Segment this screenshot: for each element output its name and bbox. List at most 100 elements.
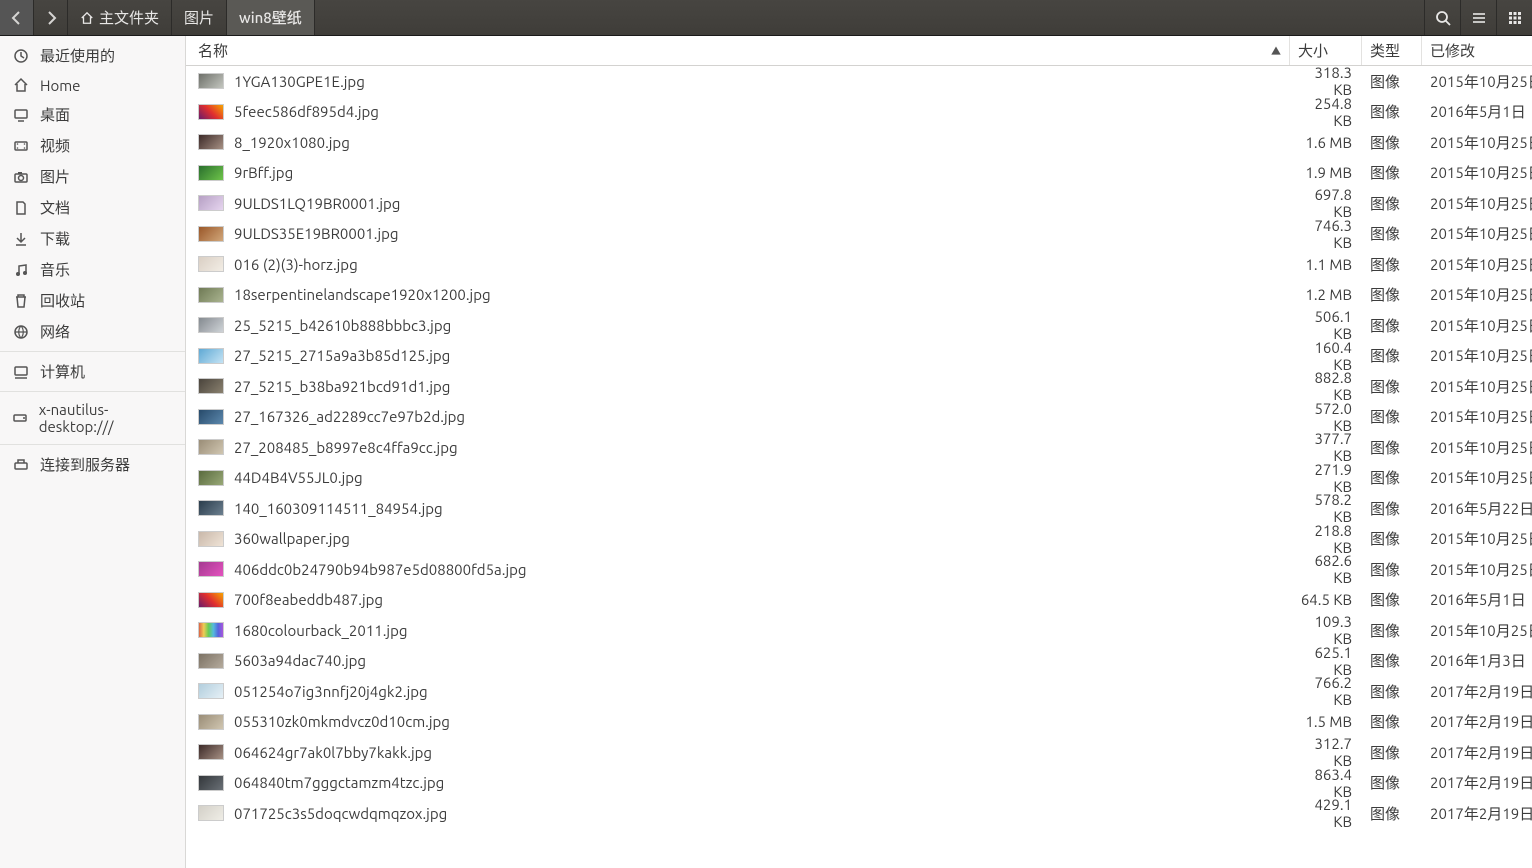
sidebar-item[interactable]: 最近使用的	[0, 40, 185, 71]
file-type-cell: 图像	[1362, 284, 1422, 305]
back-button[interactable]	[0, 0, 34, 35]
desktop-icon	[12, 106, 30, 124]
file-row[interactable]: 44D4B4V55JL0.jpg271.9 KB图像2015年10月25日	[186, 463, 1532, 494]
file-type-cell: 图像	[1362, 742, 1422, 763]
file-size-cell: 1.1 MB	[1290, 256, 1362, 273]
column-header-modified[interactable]: 已修改	[1422, 36, 1532, 65]
file-row[interactable]: 360wallpaper.jpg218.8 KB图像2015年10月25日	[186, 524, 1532, 555]
file-row[interactable]: 27_167326_ad2289cc7e97b2d.jpg572.0 KB图像2…	[186, 402, 1532, 433]
file-size-cell: 318.3 KB	[1290, 66, 1362, 98]
forward-button[interactable]	[34, 0, 68, 35]
connect-icon	[12, 456, 30, 474]
view-grid-button[interactable]	[1496, 0, 1532, 35]
file-row[interactable]: 27_5215_2715a9a3b85d125.jpg160.4 KB图像201…	[186, 341, 1532, 372]
file-row[interactable]: 25_5215_b42610b888bbbc3.jpg506.1 KB图像201…	[186, 310, 1532, 341]
file-row[interactable]: 5feec586df895d4.jpg254.8 KB图像2016年5月1日	[186, 97, 1532, 128]
file-thumbnail-icon	[198, 622, 224, 638]
sidebar-item[interactable]: x-nautilus-desktop:///	[0, 396, 185, 440]
file-row[interactable]: 064624gr7ak0l7bby7kakk.jpg312.7 KB图像2017…	[186, 737, 1532, 768]
file-name-label: 700f8eabeddb487.jpg	[234, 591, 383, 608]
file-name-label: 44D4B4V55JL0.jpg	[234, 469, 363, 486]
file-row[interactable]: 406ddc0b24790b94b987e5d08800fd5a.jpg682.…	[186, 554, 1532, 585]
file-row[interactable]: 071725c3s5doqcwdqmqzox.jpg429.1 KB图像2017…	[186, 798, 1532, 829]
file-size-cell: 109.3 KB	[1290, 613, 1362, 647]
file-row[interactable]: 5603a94dac740.jpg625.1 KB图像2016年1月3日	[186, 646, 1532, 677]
file-row[interactable]: 8_1920x1080.jpg1.6 MB图像2015年10月25日	[186, 127, 1532, 158]
file-name-cell: 25_5215_b42610b888bbbc3.jpg	[186, 317, 1290, 334]
sidebar-item[interactable]: 网络	[0, 316, 185, 347]
file-name-cell: 9rBff.jpg	[186, 164, 1290, 181]
file-thumbnail-icon	[198, 439, 224, 455]
sidebar-item[interactable]: Home	[0, 71, 185, 99]
toolbar: 主文件夹图片win8壁纸	[0, 0, 1532, 36]
column-header-size[interactable]: 大小	[1290, 36, 1362, 65]
breadcrumb-segment[interactable]: 图片	[172, 0, 227, 35]
file-row[interactable]: 18serpentinelandscape1920x1200.jpg1.2 MB…	[186, 280, 1532, 311]
file-row[interactable]: 9ULDS35E19BR0001.jpg746.3 KB图像2015年10月25…	[186, 219, 1532, 250]
sidebar-item-label: 视频	[40, 135, 70, 156]
file-modified-cell: 2015年10月25日	[1422, 162, 1532, 183]
sidebar-item[interactable]: 图片	[0, 161, 185, 192]
sidebar-item[interactable]: 音乐	[0, 254, 185, 285]
sidebar-item[interactable]: 下载	[0, 223, 185, 254]
file-thumbnail-icon	[198, 348, 224, 364]
file-row[interactable]: 051254o7ig3nnfj20j4gk2.jpg766.2 KB图像2017…	[186, 676, 1532, 707]
download-icon	[12, 230, 30, 248]
file-name-label: 051254o7ig3nnfj20j4gk2.jpg	[234, 683, 428, 700]
file-row[interactable]: 9rBff.jpg1.9 MB图像2015年10月25日	[186, 158, 1532, 189]
file-size-cell: 1.2 MB	[1290, 286, 1362, 303]
sidebar-item-label: 下载	[40, 228, 70, 249]
sidebar-item[interactable]: 回收站	[0, 285, 185, 316]
file-name-label: 9rBff.jpg	[234, 164, 293, 181]
breadcrumb: 主文件夹图片win8壁纸	[68, 0, 315, 35]
file-row[interactable]: 27_208485_b8997e8c4ffa9cc.jpg377.7 KB图像2…	[186, 432, 1532, 463]
sidebar-item-label: 网络	[40, 321, 70, 342]
column-header-type[interactable]: 类型	[1362, 36, 1422, 65]
file-thumbnail-icon	[198, 134, 224, 150]
file-name-cell: 1YGA130GPE1E.jpg	[186, 73, 1290, 90]
file-row[interactable]: 016 (2)(3)-horz.jpg1.1 MB图像2015年10月25日	[186, 249, 1532, 280]
file-row[interactable]: 27_5215_b38ba921bcd91d1.jpg882.8 KB图像201…	[186, 371, 1532, 402]
sidebar-separator	[0, 391, 185, 392]
sidebar-item[interactable]: 连接到服务器	[0, 449, 185, 480]
file-row[interactable]: 1YGA130GPE1E.jpg318.3 KB图像2015年10月25日	[186, 66, 1532, 97]
file-modified-cell: 2015年10月25日	[1422, 620, 1532, 641]
file-type-cell: 图像	[1362, 620, 1422, 641]
file-rows[interactable]: 1YGA130GPE1E.jpg318.3 KB图像2015年10月25日5fe…	[186, 66, 1532, 868]
file-row[interactable]: 055310zk0mkmdvcz0d10cm.jpg1.5 MB图像2017年2…	[186, 707, 1532, 738]
file-row[interactable]: 1680colourback_2011.jpg109.3 KB图像2015年10…	[186, 615, 1532, 646]
file-name-cell: 016 (2)(3)-horz.jpg	[186, 256, 1290, 273]
file-modified-cell: 2015年10月25日	[1422, 559, 1532, 580]
file-name-label: 27_167326_ad2289cc7e97b2d.jpg	[234, 408, 465, 425]
file-row[interactable]: 140_160309114511_84954.jpg578.2 KB图像2016…	[186, 493, 1532, 524]
sidebar-item[interactable]: 桌面	[0, 99, 185, 130]
column-header-name[interactable]: 名称 ▲	[186, 36, 1290, 65]
file-thumbnail-icon	[198, 104, 224, 120]
file-size-cell: 697.8 KB	[1290, 186, 1362, 220]
file-type-cell: 图像	[1362, 803, 1422, 824]
sidebar-item[interactable]: 视频	[0, 130, 185, 161]
file-row[interactable]: 9ULDS1LQ19BR0001.jpg697.8 KB图像2015年10月25…	[186, 188, 1532, 219]
trash-icon	[12, 292, 30, 310]
sidebar-item[interactable]: 计算机	[0, 356, 185, 387]
view-list-button[interactable]	[1460, 0, 1496, 35]
breadcrumb-segment[interactable]: 主文件夹	[68, 0, 172, 35]
file-modified-cell: 2015年10月25日	[1422, 406, 1532, 427]
breadcrumb-label: 主文件夹	[99, 7, 159, 28]
file-modified-cell: 2017年2月19日	[1422, 742, 1532, 763]
file-row[interactable]: 700f8eabeddb487.jpg64.5 KB图像2016年5月1日	[186, 585, 1532, 616]
file-row[interactable]: 064840tm7gggctamzm4tzc.jpg863.4 KB图像2017…	[186, 768, 1532, 799]
breadcrumb-segment[interactable]: win8壁纸	[227, 0, 315, 35]
file-name-cell: 5603a94dac740.jpg	[186, 652, 1290, 669]
file-name-cell: 8_1920x1080.jpg	[186, 134, 1290, 151]
file-name-label: 27_5215_b38ba921bcd91d1.jpg	[234, 378, 450, 395]
file-name-cell: 9ULDS35E19BR0001.jpg	[186, 225, 1290, 242]
file-thumbnail-icon	[198, 256, 224, 272]
drive-icon	[12, 409, 29, 427]
sidebar-item[interactable]: 文档	[0, 192, 185, 223]
file-size-cell: 1.9 MB	[1290, 164, 1362, 181]
file-type-cell: 图像	[1362, 589, 1422, 610]
search-button[interactable]	[1424, 0, 1460, 35]
file-name-label: 016 (2)(3)-horz.jpg	[234, 256, 358, 273]
file-name-label: 9ULDS1LQ19BR0001.jpg	[234, 195, 400, 212]
